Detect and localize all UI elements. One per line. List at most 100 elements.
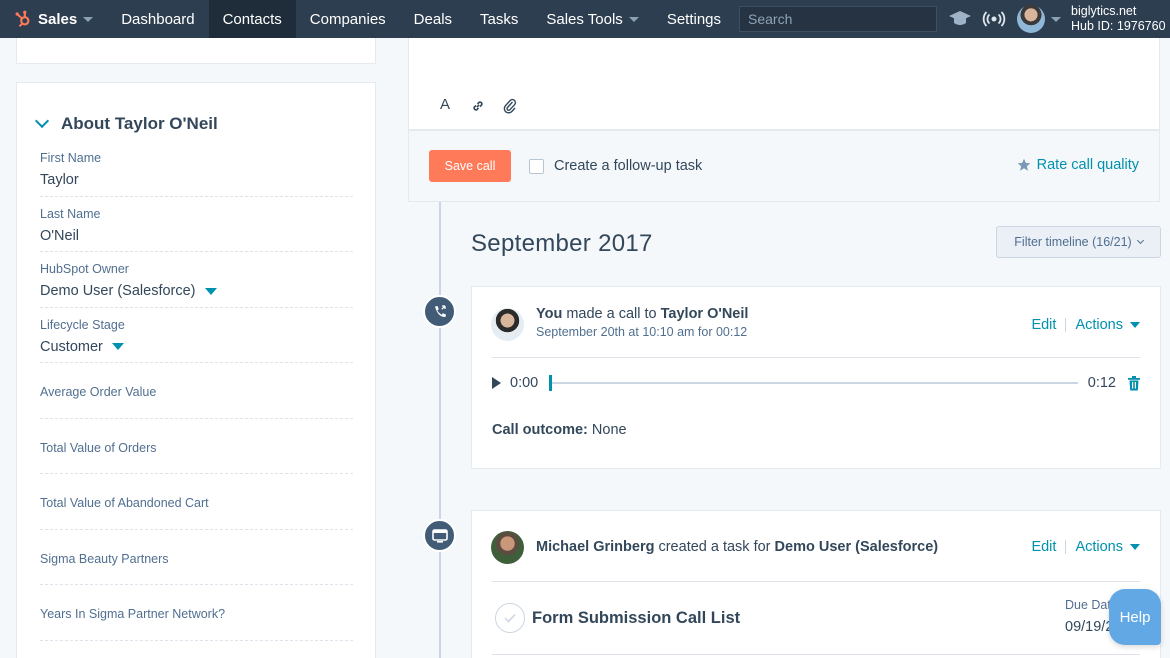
task-actor[interactable]: Michael Grinberg	[536, 539, 654, 555]
property-first-name[interactable]: First Name Taylor	[40, 141, 353, 197]
account-domain: biglytics.net	[1071, 4, 1137, 18]
rate-call-quality-link[interactable]: Rate call quality	[1017, 157, 1139, 173]
phone-icon	[434, 304, 446, 317]
property-label: Total Value of Orders	[40, 440, 157, 455]
edit-link[interactable]: Edit	[1031, 539, 1056, 555]
timeline-task-node	[423, 519, 456, 552]
followup-label[interactable]: Create a follow-up task	[554, 158, 702, 174]
nav-companies[interactable]: Companies	[296, 0, 400, 38]
about-panel: About Taylor O'Neil First Name Taylor La…	[16, 82, 376, 658]
chevron-down-icon[interactable]	[1051, 16, 1062, 22]
audio-scrubber[interactable]	[549, 375, 1078, 391]
help-button[interactable]: Help	[1109, 589, 1161, 645]
followup-checkbox[interactable]	[529, 158, 544, 174]
call-actor: You	[536, 306, 563, 322]
divider	[492, 654, 1140, 655]
play-icon[interactable]	[492, 377, 501, 389]
caret-down-icon[interactable]	[1130, 544, 1140, 550]
star-icon	[1017, 158, 1031, 171]
top-navigation: Sales Dashboard Contacts Companies Deals…	[0, 0, 1170, 38]
nav-sales-tools-label: Sales Tools	[546, 10, 623, 28]
call-outcome-label: Call outcome:	[492, 422, 588, 438]
caret-down-icon[interactable]	[1130, 322, 1140, 328]
timeline-call-node	[423, 295, 456, 328]
link-icon[interactable]	[471, 99, 485, 113]
call-outcome: Call outcome: None	[472, 408, 1160, 464]
nav-sales-tools[interactable]: Sales Tools	[532, 0, 652, 38]
property-value: Demo User (Salesforce)	[40, 283, 196, 299]
nav-settings[interactable]: Settings	[653, 0, 735, 38]
checkmark-icon	[504, 613, 516, 623]
timeline-line	[439, 202, 441, 658]
task-screen-icon	[431, 528, 448, 543]
property-value: Taylor	[40, 172, 79, 188]
brand-menu[interactable]: Sales	[0, 0, 107, 38]
filter-timeline-button[interactable]: Filter timeline (16/21)	[996, 226, 1161, 258]
task-complete-checkbox[interactable]	[495, 603, 525, 633]
task-card-header: Michael Grinberg created a task for Demo…	[472, 511, 1160, 581]
property-hubspot-owner[interactable]: HubSpot Owner Demo User (Salesforce)	[40, 252, 353, 308]
property-value: O'Neil	[40, 227, 80, 244]
property-years-in-sigma[interactable]: Years In Sigma Partner Network?	[40, 585, 353, 641]
save-call-button[interactable]: Save call	[429, 150, 511, 182]
property-value-row: Customer	[40, 339, 353, 355]
call-composer: A	[408, 38, 1160, 130]
caret-down-icon[interactable]	[204, 287, 217, 295]
actions-menu[interactable]: Actions	[1075, 317, 1123, 333]
call-outcome-value[interactable]: None	[588, 422, 627, 438]
task-headline: Michael Grinberg created a task for Demo…	[536, 539, 938, 555]
property-label: Sigma Beauty Partners	[40, 551, 169, 566]
caret-down-icon[interactable]	[111, 343, 124, 350]
property-sigma-beauty-partners[interactable]: Sigma Beauty Partners	[40, 530, 353, 585]
text-format-icon[interactable]: A	[440, 96, 450, 113]
search-input[interactable]	[739, 6, 938, 32]
property-average-order-value[interactable]: Average Order Value	[40, 363, 353, 419]
property-value: Customer	[40, 338, 103, 355]
notifications-button[interactable]	[977, 0, 1011, 38]
brand-name: Sales	[38, 10, 78, 28]
task-card-actions: Edit Actions	[1031, 539, 1140, 555]
attachment-icon[interactable]	[503, 98, 517, 114]
call-verb: made a call to	[562, 306, 661, 322]
call-card-actions: Edit Actions	[1031, 317, 1140, 333]
property-total-value-orders[interactable]: Total Value of Orders	[40, 419, 353, 474]
about-header[interactable]: About Taylor O'Neil	[17, 83, 375, 141]
nav-dashboard[interactable]: Dashboard	[107, 0, 208, 38]
actions-menu[interactable]: Actions	[1075, 539, 1123, 555]
call-activity-card: You made a call to Taylor O'Neil Septemb…	[471, 286, 1161, 469]
property-label: First Name	[40, 151, 102, 165]
task-verb: created a task for	[654, 539, 775, 555]
about-title: About Taylor O'Neil	[61, 114, 218, 133]
account-info[interactable]: biglytics.net Hub ID: 1976760	[1071, 4, 1166, 34]
avatar	[491, 308, 524, 341]
task-activity-card: Michael Grinberg created a task for Demo…	[471, 510, 1161, 658]
user-avatar[interactable]	[1017, 5, 1046, 33]
trash-icon[interactable]	[1128, 375, 1140, 391]
time-current: 0:00	[510, 375, 539, 391]
call-card-header: You made a call to Taylor O'Neil Septemb…	[472, 287, 1160, 357]
property-lifecycle-stage[interactable]: Lifecycle Stage Customer	[40, 308, 353, 363]
nav-deals[interactable]: Deals	[400, 0, 466, 38]
left-panel-card-above	[16, 38, 376, 64]
task-title[interactable]: Form Submission Call List	[532, 609, 740, 628]
property-last-name[interactable]: Last Name O'Neil	[40, 197, 353, 252]
edit-link[interactable]: Edit	[1031, 317, 1056, 333]
chevron-down-icon	[83, 16, 94, 22]
nav-tasks[interactable]: Tasks	[466, 0, 532, 38]
task-target[interactable]: Demo User (Salesforce)	[775, 539, 939, 555]
rate-call-quality-label: Rate call quality	[1036, 157, 1139, 173]
due-date-value[interactable]: 09/19/2	[1065, 619, 1113, 635]
property-label: Average Order Value	[40, 385, 157, 399]
call-recording-player: 0:00 0:12	[472, 358, 1160, 408]
property-label: Years In Sigma Partner Network?	[40, 607, 226, 621]
property-total-value-abandoned-cart[interactable]: Total Value of Abandoned Cart	[40, 474, 353, 530]
scrubber-handle[interactable]	[549, 375, 553, 391]
academy-button[interactable]	[943, 0, 977, 38]
chevron-down-icon	[34, 113, 50, 129]
due-date-label: Due Dat	[1065, 598, 1111, 612]
timeline-month-heading: September 2017	[471, 230, 653, 257]
call-target[interactable]: Taylor O'Neil	[661, 306, 749, 322]
nav-contacts[interactable]: Contacts	[208, 0, 296, 38]
time-total: 0:12	[1087, 375, 1116, 391]
graduation-cap-icon	[949, 11, 972, 25]
